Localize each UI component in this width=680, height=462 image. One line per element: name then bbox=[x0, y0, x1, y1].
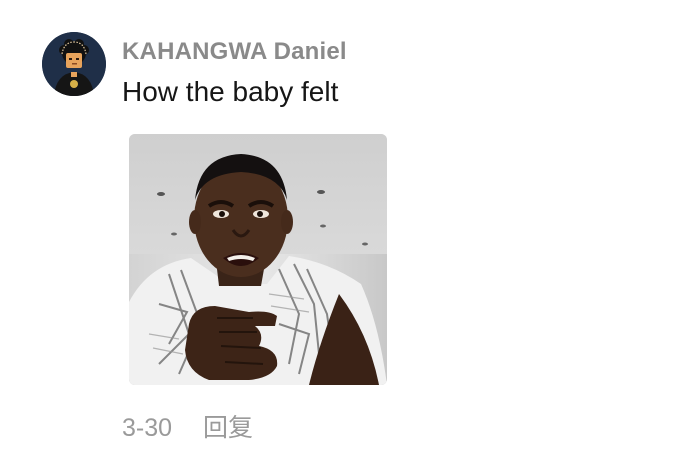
avatar-illustration bbox=[42, 32, 106, 96]
meme-illustration bbox=[129, 134, 387, 385]
meme-image[interactable] bbox=[129, 134, 387, 385]
comment-text: How the baby felt bbox=[122, 76, 339, 107]
comment-author-name[interactable]: KAHANGWA Daniel bbox=[122, 38, 347, 66]
user-avatar[interactable] bbox=[42, 32, 106, 96]
comment-item: KAHANGWA Daniel How the baby felt 3-30 回… bbox=[0, 0, 680, 462]
comment-date: 3-30 bbox=[122, 414, 173, 442]
reply-button[interactable]: 回复 bbox=[203, 408, 253, 444]
comment-meta: 3-30 回复 bbox=[122, 408, 253, 444]
